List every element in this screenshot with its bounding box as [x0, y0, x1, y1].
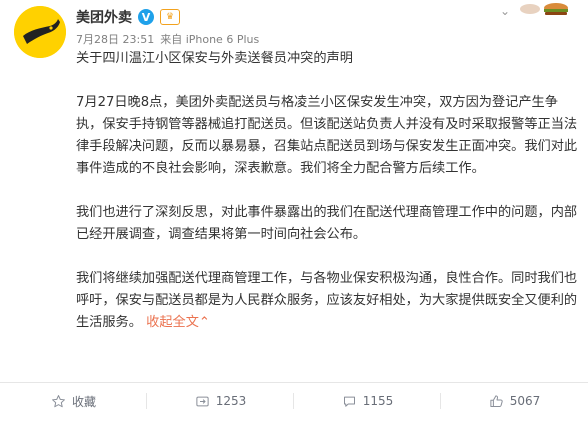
repost-icon — [196, 396, 209, 406]
favorite-label: 收藏 — [71, 394, 96, 409]
thumbs-up-icon — [490, 394, 503, 407]
repost-button[interactable]: 1253 — [147, 383, 294, 419]
level-badge-icon: ♛ — [160, 9, 180, 25]
post-date[interactable]: 7月28日 23:51 — [76, 31, 154, 47]
verified-v-icon: V — [138, 9, 154, 25]
avatar[interactable] — [14, 6, 66, 58]
more-chevron-icon[interactable]: ⌄ — [500, 4, 510, 18]
post-paragraph-1: 7月27日晚8点，美团外卖配送员与格凌兰小区保安发生冲突，双方因为登记产生争执，… — [76, 95, 578, 176]
burger-decoration-icon — [520, 3, 568, 15]
author-header: 美团外卖 V ♛ — [76, 7, 180, 27]
action-bar: 收藏 1253 1155 5067 — [0, 382, 588, 419]
post-paragraph-3: 我们将继续加强配送代理商管理工作，与各物业保安积极沟通，良性合作。同时我们也呼吁… — [76, 268, 581, 334]
star-icon — [52, 394, 65, 407]
post-source: 来自 iPhone 6 Plus — [160, 33, 260, 46]
collapse-link[interactable]: 收起全文⌃ — [146, 315, 210, 330]
comment-button[interactable]: 1155 — [294, 383, 441, 419]
author-name[interactable]: 美团外卖 — [76, 7, 132, 27]
like-count: 5067 — [509, 394, 541, 408]
kangaroo-logo-icon — [14, 6, 66, 58]
comment-count: 1155 — [362, 394, 394, 408]
collapse-up-icon: ⌃ — [198, 315, 210, 330]
post-content: 关于四川温江小区保安与外卖送餐员冲突的声明 7月27日晚8点，美团外卖配送员与格… — [76, 48, 581, 334]
favorite-button[interactable]: 收藏 — [0, 383, 147, 419]
comment-icon — [343, 396, 355, 407]
post-meta: 7月28日 23:51 来自 iPhone 6 Plus — [76, 31, 259, 47]
like-button[interactable]: 5067 — [441, 383, 588, 419]
post-paragraph-2: 我们也进行了深刻反思，对此事件暴露出的我们在配送代理商管理工作中的问题，内部已经… — [76, 205, 578, 242]
collapse-label: 收起全文 — [146, 315, 199, 330]
repost-count: 1253 — [215, 394, 247, 408]
post-title: 关于四川温江小区保安与外卖送餐员冲突的声明 — [76, 51, 353, 66]
